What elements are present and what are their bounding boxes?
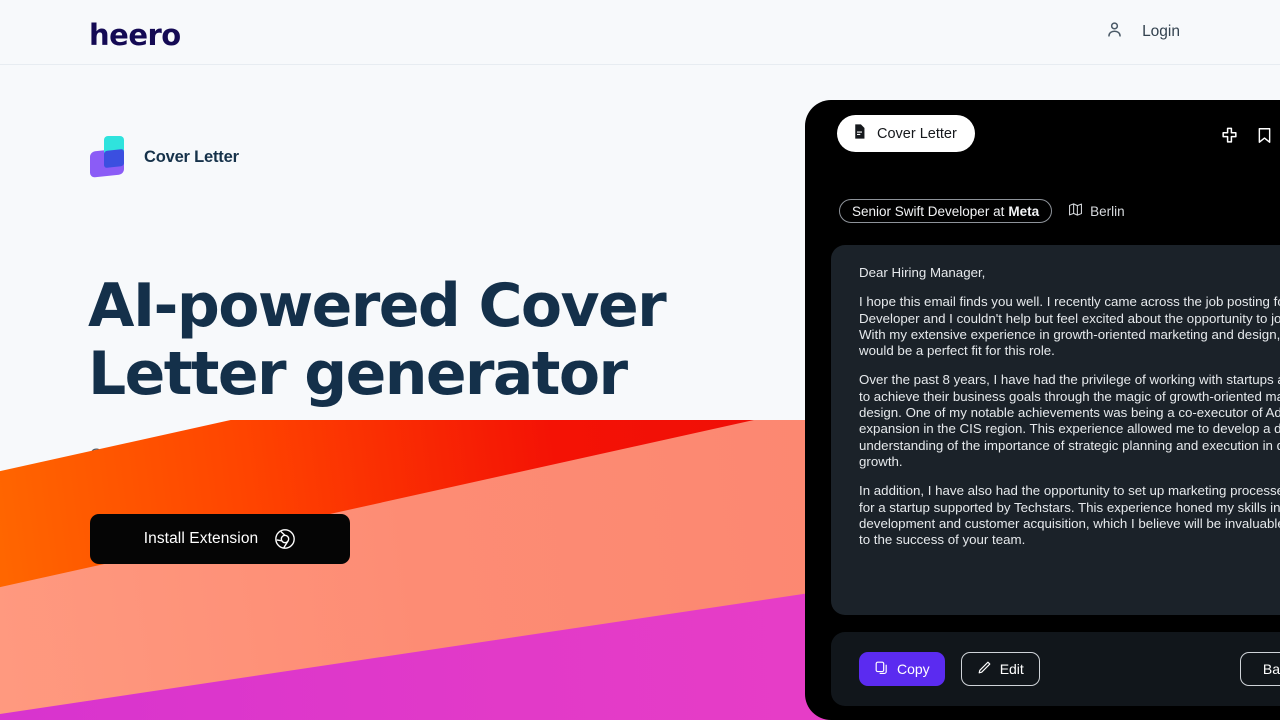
page-title: AI-powered Cover Letter generator — [88, 272, 728, 408]
header-right-group: Login — [1105, 20, 1180, 44]
document-icon — [851, 123, 868, 145]
install-extension-label: Install Extension — [143, 530, 259, 547]
letter-greeting: Dear Hiring Manager, — [859, 265, 986, 280]
tab-cover-letter-label: Cover Letter — [877, 125, 957, 142]
copy-icon — [874, 660, 889, 678]
copy-button[interactable]: Copy — [859, 652, 945, 686]
site-header: heero Login — [0, 0, 1280, 65]
product-name: Cover Letter — [144, 147, 239, 166]
back-button[interactable]: Back — [1239, 652, 1280, 686]
chrome-icon — [274, 528, 296, 550]
map-icon — [1068, 202, 1083, 220]
edit-button[interactable]: Edit — [960, 652, 1040, 686]
bookmark-icon[interactable] — [1255, 126, 1274, 150]
tab-cover-letter[interactable]: Cover Letter — [837, 115, 975, 152]
login-button[interactable]: Login — [1142, 23, 1180, 41]
brand-logo[interactable]: heero — [89, 18, 181, 52]
product-badge: Cover Letter — [90, 136, 239, 178]
edit-button-label: Edit — [999, 661, 1024, 677]
landing-page: heero Login Cover Letter AI-powered Cove… — [0, 0, 1280, 720]
job-title-pill[interactable]: Senior Swift Developer at Meta — [839, 199, 1053, 223]
letter-paragraph: Over the past 8 years, I have had the pr… — [859, 372, 1280, 469]
job-title-prefix: Senior Swift Developer at — [852, 203, 1005, 219]
decorative-gradient-bands — [0, 420, 860, 720]
letter-paragraph: In addition, I have also had the opportu… — [859, 483, 1280, 548]
panel-footer-actions: Copy Edit Back — [831, 632, 1280, 706]
back-button-label: Back — [1262, 661, 1280, 677]
job-location: Berlin — [1068, 202, 1125, 220]
person-icon[interactable] — [1105, 20, 1124, 44]
pencil-icon — [977, 660, 992, 678]
extension-preview-panel: Cover Letter Senior Swift Developer at M… — [805, 100, 1280, 720]
cover-letter-body: Dear Hiring Manager, I hope this email f… — [831, 245, 1280, 615]
letter-paragraph: I hope this email finds you well. I rece… — [859, 294, 1280, 359]
install-extension-button[interactable]: Install Extension — [90, 514, 350, 564]
copy-button-label: Copy — [897, 661, 930, 677]
page-title-line1: AI-powered Cover — [88, 271, 667, 341]
job-location-label: Berlin — [1090, 203, 1125, 219]
page-title-line2: Letter generator — [88, 339, 628, 409]
panel-action-icons — [1220, 126, 1280, 150]
layered-squares-icon — [90, 136, 128, 178]
plus-icon[interactable] — [1220, 126, 1239, 150]
job-meta-row: Senior Swift Developer at Meta Berlin — [839, 199, 1125, 223]
panel-topbar: Cover Letter — [805, 100, 1280, 174]
job-company: Meta — [1008, 203, 1040, 219]
